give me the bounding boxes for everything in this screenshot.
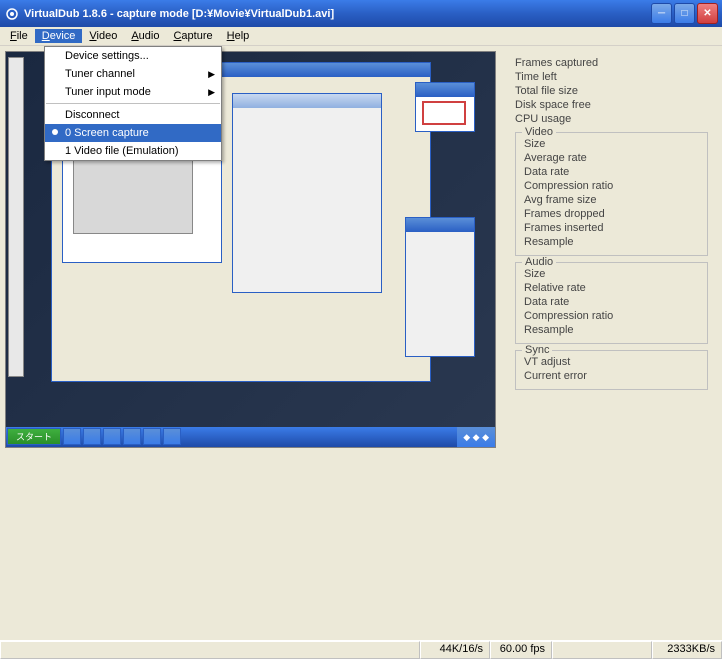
nested-taskbar: スタート ◆ ◆ ◆ [6,427,495,447]
label: 0 Screen capture [65,127,149,139]
status-main [0,641,420,659]
task-button [63,428,81,445]
menu-tuner-channel[interactable]: Tuner channel ▶ [45,65,221,83]
stat-video-size: Size [524,137,699,151]
nested-thumb-1 [415,82,475,132]
window-titlebar: VirtualDub 1.8.6 - capture mode [D:¥Movi… [0,0,722,27]
minimize-button[interactable]: ─ [651,3,672,24]
stat-frames-captured: Frames captured [515,56,708,70]
video-fieldset: Video Size Average rate Data rate Compre… [515,132,708,256]
status-data-rate: 2333KB/s [652,641,722,659]
menu-audio[interactable]: Audio [124,29,166,43]
task-button [83,428,101,445]
menu-video-file-emulation[interactable]: 1 Video file (Emulation) [45,142,221,160]
stat-total-file-size: Total file size [515,84,708,98]
stat-video-inserted: Frames inserted [524,221,699,235]
layers-palette [405,217,475,357]
stat-video-resample: Resample [524,235,699,249]
sync-fieldset: Sync VT adjust Current error [515,350,708,390]
stat-video-avg-frame: Avg frame size [524,193,699,207]
start-button: スタート [7,428,61,445]
audio-legend: Audio [522,256,556,268]
stat-sync-cur-err: Current error [524,369,699,383]
maximize-button[interactable]: □ [674,3,695,24]
bullet-icon [52,129,58,135]
menu-video[interactable]: Video [82,29,124,43]
nested-title [233,94,381,108]
menu-file[interactable]: File [3,29,35,43]
nested-window-3 [232,93,382,293]
stat-sync-vt-adjust: VT adjust [524,355,699,369]
stats-panel: Frames captured Time left Total file siz… [501,46,722,640]
menu-tuner-input-mode[interactable]: Tuner input mode ▶ [45,83,221,101]
menu-disconnect[interactable]: Disconnect [45,106,221,124]
submenu-arrow-icon: ▶ [208,69,215,80]
stat-audio-comp-ratio: Compression ratio [524,309,699,323]
task-button [143,428,161,445]
audio-fieldset: Audio Size Relative rate Data rate Compr… [515,262,708,344]
selection-rect [422,101,466,125]
statusbar: 44K/16/s 60.00 fps 2333KB/s [0,640,722,659]
menu-device-settings[interactable]: Device settings... [45,47,221,65]
window-controls: ─ □ ✕ [651,3,718,24]
nested-title [406,218,474,232]
nested-title [416,83,474,97]
status-audio-rate: 44K/16/s [420,641,490,659]
menu-help[interactable]: Help [220,29,257,43]
task-button [123,428,141,445]
status-fps: 60.00 fps [490,641,552,659]
toolbox-left [8,57,24,377]
stat-video-data-rate: Data rate [524,165,699,179]
stat-audio-data-rate: Data rate [524,295,699,309]
stat-video-dropped: Frames dropped [524,207,699,221]
task-button [163,428,181,445]
stat-disk-space-free: Disk space free [515,98,708,112]
stat-video-comp-ratio: Compression ratio [524,179,699,193]
menu-screen-capture[interactable]: 0 Screen capture [45,124,221,142]
stat-audio-size: Size [524,267,699,281]
video-legend: Video [522,126,556,138]
close-button[interactable]: ✕ [697,3,718,24]
stat-cpu-usage: CPU usage [515,112,708,126]
system-tray: ◆ ◆ ◆ [457,427,495,447]
label: Tuner channel [65,68,135,80]
status-extra [552,641,652,659]
menu-capture[interactable]: Capture [166,29,219,43]
window-title: VirtualDub 1.8.6 - capture mode [D:¥Movi… [24,8,651,20]
app-icon [4,6,20,22]
device-dropdown: Device settings... Tuner channel ▶ Tuner … [44,46,222,161]
stat-audio-resample: Resample [524,323,699,337]
menubar: File Device Video Audio Capture Help [0,27,722,46]
label: Tuner input mode [65,86,151,98]
menu-separator [46,103,220,104]
sync-legend: Sync [522,344,552,356]
submenu-arrow-icon: ▶ [208,87,215,98]
stat-video-avg-rate: Average rate [524,151,699,165]
stat-time-left: Time left [515,70,708,84]
stat-audio-rel-rate: Relative rate [524,281,699,295]
task-button [103,428,121,445]
menu-device[interactable]: Device [35,29,83,43]
